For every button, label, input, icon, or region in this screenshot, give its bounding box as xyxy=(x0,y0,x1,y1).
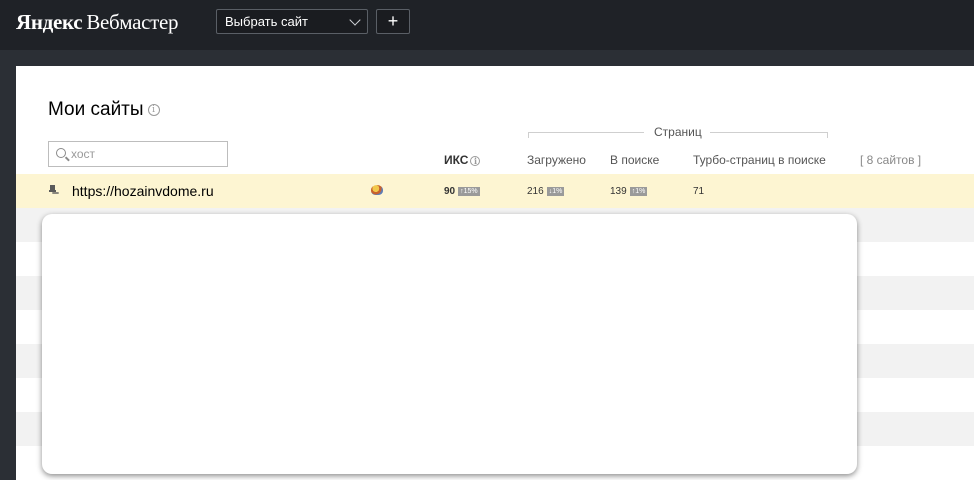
loaded-delta-badge: ↓1% xyxy=(546,187,565,196)
site-select-dropdown[interactable]: Выбрать сайт xyxy=(216,9,368,34)
site-select-label: Выбрать сайт xyxy=(225,14,308,29)
cell-turbo: 71 xyxy=(693,186,705,197)
column-header-iks[interactable]: ИКС i xyxy=(444,153,481,167)
add-site-button[interactable]: + xyxy=(376,9,410,34)
column-header-loaded[interactable]: Загружено xyxy=(527,153,586,167)
cell-in-search: 139 ↑1% xyxy=(610,186,648,197)
iks-delta-badge: ↑15% xyxy=(458,187,480,196)
sites-count: [ 8 сайтов ] xyxy=(860,153,922,167)
cell-in-search-value: 139 xyxy=(610,186,627,197)
page-title-text: Мои сайты xyxy=(48,99,144,120)
cell-iks-value: 90 xyxy=(444,186,456,197)
logo-brand: Яндекс xyxy=(16,10,83,34)
column-header-iks-label: ИКС xyxy=(444,153,469,167)
pages-group-label: Страниц xyxy=(654,125,702,139)
host-search-input[interactable] xyxy=(71,146,221,162)
top-header: Яндекс Вебмастер Выбрать сайт + xyxy=(0,0,974,50)
overlay-popup xyxy=(42,214,857,474)
cell-iks: 90 ↑15% xyxy=(444,186,480,197)
pages-group-line-right xyxy=(710,132,828,138)
pages-group-line-left xyxy=(528,132,644,138)
cell-loaded: 216 ↓1% xyxy=(527,186,565,197)
site-url-link[interactable]: https://hozainvdome.ru xyxy=(72,183,214,199)
info-icon[interactable]: i xyxy=(147,103,160,116)
host-search-box[interactable] xyxy=(48,141,228,167)
column-header-in-search[interactable]: В поиске xyxy=(610,153,659,167)
pin-icon[interactable] xyxy=(48,184,58,196)
page-title: Мои сайты i xyxy=(48,99,160,121)
yandex-webmaster-logo[interactable]: Яндекс Вебмастер xyxy=(16,10,179,35)
in-search-delta-badge: ↑1% xyxy=(629,187,648,196)
column-header-turbo[interactable]: Турбо-страниц в поиске xyxy=(693,153,826,167)
site-favicon-icon xyxy=(371,185,383,195)
info-icon[interactable]: i xyxy=(470,155,481,166)
chevron-down-icon xyxy=(349,14,361,26)
search-icon xyxy=(56,148,66,158)
logo-product: Вебмастер xyxy=(86,10,179,34)
cell-loaded-value: 216 xyxy=(527,186,544,197)
table-row[interactable]: https://hozainvdome.ru 90 ↑15% 216 ↓1% 139… xyxy=(16,174,974,208)
